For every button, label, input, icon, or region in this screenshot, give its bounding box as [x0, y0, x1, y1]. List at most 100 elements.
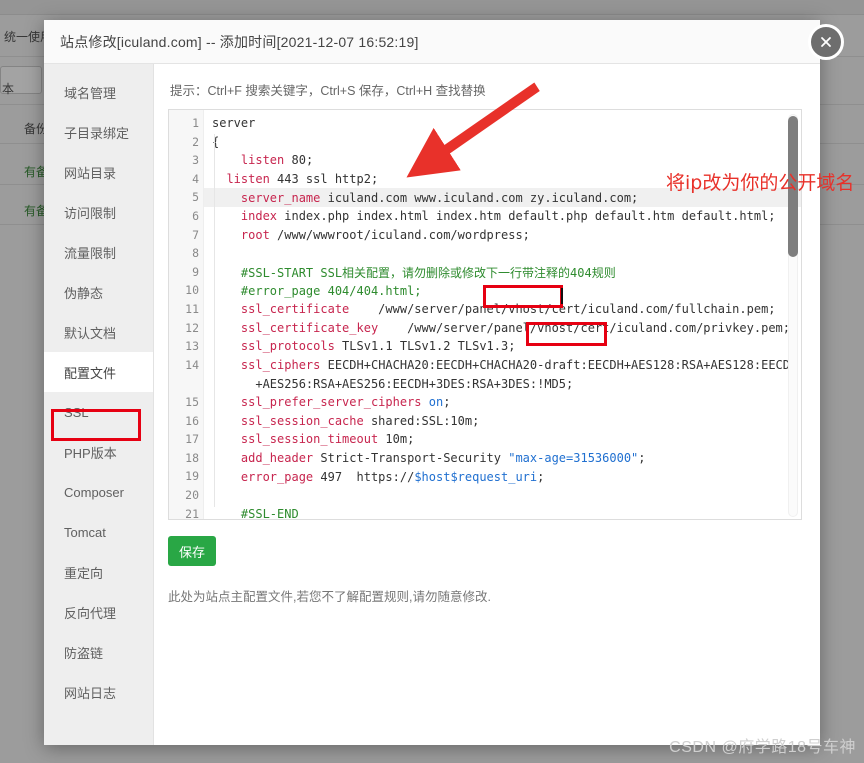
sidebar-item-label: 配置文件 [64, 365, 117, 381]
line-number: 2 [192, 134, 199, 149]
line-number: 1 [192, 116, 199, 130]
line-number: 3 [192, 153, 199, 168]
code-line[interactable]: error_page 497 https://$host$request_uri… [204, 467, 801, 486]
sidebar-item-7[interactable]: 默认文档 [44, 312, 153, 352]
line-number: 4 [192, 171, 199, 186]
line-number-gutter: 1 2 3 4 5 6 7 8 9 10 11 12 13 14 15 16 17 18 19 20 21 [169, 110, 204, 519]
sidebar-item-14[interactable]: 反向代理 [44, 592, 153, 632]
sidebar-item-4[interactable]: 访问限制 [44, 192, 153, 232]
line-number: 12 [185, 320, 199, 335]
sidebar-item-label: 网站日志 [64, 685, 117, 701]
line-number: 7 [192, 227, 199, 242]
line-number: 6 [192, 209, 199, 223]
sidebar-item-11[interactable]: Composer [44, 472, 153, 512]
code-line[interactable]: index index.php index.html index.htm def… [204, 207, 801, 226]
code-line[interactable]: { [204, 133, 801, 152]
text-cursor [561, 288, 563, 304]
sidebar-item-label: 访问限制 [64, 205, 117, 221]
sidebar-item-label: PHP版本 [64, 445, 117, 461]
sidebar-item-label: 重定向 [64, 565, 104, 581]
code-line-text: error_page 497 https://$host$request_uri… [240, 469, 545, 484]
modal-title: 站点修改[iculand.com] -- 添加时间[2021-12-07 16:… [60, 33, 419, 50]
code-line[interactable]: listen 80; [204, 151, 801, 170]
sidebar-item-label: 域名管理 [64, 85, 117, 101]
code-line-text: ssl_certificate_key /www/server/panel/vh… [240, 320, 790, 335]
indent-guide [214, 134, 215, 508]
sidebar-item-label: Composer [64, 484, 124, 500]
code-line[interactable]: +AES256:RSA+AES256:EECDH+3DES:RSA+3DES:!… [204, 374, 801, 393]
sidebar-item-label: SSL [64, 404, 89, 420]
code-line[interactable] [204, 486, 801, 505]
line-number: 19 [185, 469, 199, 484]
code-line[interactable]: ssl_prefer_server_ciphers on; [204, 393, 801, 412]
code-line-text: ssl_protocols TLSv1.1 TLSv1.2 TLSv1.3; [240, 339, 516, 354]
modal-sidebar: 域名管理子目录绑定网站目录访问限制流量限制伪静态默认文档配置文件 SSL PHP版本… [44, 64, 154, 745]
code-line-text: +AES256:RSA+AES256:EECDH+3DES:RSA+3DES:!… [212, 376, 574, 391]
code-line-text: listen 443 ssl http2; [226, 172, 379, 187]
sidebar-item-label: 网站目录 [64, 165, 117, 181]
code-line-text: listen 80; [240, 153, 314, 168]
code-line-text: { [212, 134, 220, 149]
shortcut-hint: 提示：Ctrl+F 搜索关键字，Ctrl+S 保存，Ctrl+H 查找替换 [170, 84, 486, 98]
line-number: 17 [185, 432, 199, 447]
sidebar-item-label: 防盗链 [64, 645, 104, 661]
line-number: 20 [185, 488, 199, 502]
sidebar-item-3[interactable]: 网站目录 [44, 152, 153, 192]
sidebar-item-15[interactable]: 防盗链 [44, 632, 153, 672]
line-number: 18 [185, 450, 199, 465]
sidebar-item-10[interactable]: PHP版本 [44, 432, 153, 472]
line-number: 16 [185, 413, 199, 428]
sidebar-item-list: 域名管理子目录绑定网站目录访问限制流量限制伪静态默认文档配置文件 SSL PHP版本… [44, 72, 153, 712]
site-edit-modal: 站点修改[iculand.com] -- 添加时间[2021-12-07 16:… [44, 20, 854, 745]
watermark: CSDN @府学路18号车神 [669, 739, 856, 756]
line-number: 8 [192, 246, 199, 261]
config-footer-note: 此处为站点主配置文件,若您不了解配置规则,请勿随意修改. [168, 590, 491, 604]
config-file-panel: 提示：Ctrl+F 搜索关键字，Ctrl+S 保存，Ctrl+H 查找替换 12… [154, 64, 854, 745]
sidebar-item-1[interactable]: 域名管理 [44, 72, 153, 112]
code-line-text: ssl_session_cache shared:SSL:10m; [240, 413, 480, 428]
sidebar-item-2[interactable]: 子目录绑定 [44, 112, 153, 152]
line-number: 11 [185, 302, 199, 316]
code-line[interactable]: #error_page 404/404.html; [204, 281, 801, 300]
code-line[interactable]: add_header Strict-Transport-Security "ma… [204, 449, 801, 468]
code-line-text: #SSL-END [212, 506, 299, 519]
sidebar-item-5[interactable]: 流量限制 [44, 232, 153, 272]
code-line-text: #SSL-START SSL相关配置，请勿删除或修改下一行带注释的404规则 [212, 265, 616, 280]
line-number: 14 [185, 357, 199, 372]
close-icon[interactable] [808, 24, 844, 60]
code-line[interactable]: root /www/wwwroot/iculand.com/wordpress; [204, 226, 801, 245]
sidebar-item-label: Tomcat [64, 524, 106, 540]
modal-body: 域名管理子目录绑定网站目录访问限制流量限制伪静态默认文档配置文件 SSL PHP版本… [44, 64, 854, 745]
code-line[interactable]: ssl_session_timeout 10m; [204, 430, 801, 449]
modal-header: 站点修改[iculand.com] -- 添加时间[2021-12-07 16:… [44, 20, 820, 64]
code-line-text: server_name iculand.com www.iculand.com … [240, 190, 639, 205]
code-line[interactable]: #SSL-END [204, 505, 801, 519]
line-number: 5 [192, 190, 199, 205]
code-line[interactable]: ssl_protocols TLSv1.1 TLSv1.2 TLSv1.3; [204, 337, 801, 356]
code-line[interactable]: ssl_session_cache shared:SSL:10m; [204, 412, 801, 431]
code-line-text: #error_page 404/404.html; [212, 283, 422, 298]
code-line-text: ssl_certificate /www/server/panel/vhost/… [240, 302, 776, 317]
sidebar-item-12[interactable]: Tomcat [44, 512, 153, 552]
code-line[interactable]: ssl_ciphers EECDH+CHACHA20:EECDH+CHACHA2… [204, 356, 801, 375]
sidebar-item-label: 默认文档 [64, 325, 117, 341]
sidebar-item-16[interactable]: 网站日志 [44, 672, 153, 712]
code-line[interactable] [204, 244, 801, 263]
sidebar-item-6[interactable]: 伪静态 [44, 272, 153, 312]
code-line[interactable]: ssl_certificate_key /www/server/panel/vh… [204, 319, 801, 338]
sidebar-item-label: 伪静态 [64, 285, 104, 301]
code-line[interactable]: #SSL-START SSL相关配置，请勿删除或修改下一行带注释的404规则 [204, 263, 801, 282]
line-number: 10 [185, 283, 199, 298]
sidebar-item-9[interactable]: SSL [44, 392, 153, 432]
sidebar-item-label: 流量限制 [64, 245, 117, 261]
save-button[interactable]: 保存 [168, 536, 216, 566]
code-line[interactable]: server [204, 114, 801, 133]
code-line-text: ssl_ciphers EECDH+CHACHA20:EECDH+CHACHA2… [240, 358, 798, 373]
code-line-text: server [212, 116, 256, 131]
code-line-text: ssl_session_timeout 10m; [240, 432, 415, 447]
sidebar-item-13[interactable]: 重定向 [44, 552, 153, 592]
code-line-text: root /www/wwwroot/iculand.com/wordpress; [240, 227, 530, 242]
sidebar-item-8[interactable]: 配置文件 [44, 352, 153, 392]
code-line-text: ssl_prefer_server_ciphers on; [240, 395, 451, 410]
code-line[interactable]: ssl_certificate /www/server/panel/vhost/… [204, 300, 801, 319]
